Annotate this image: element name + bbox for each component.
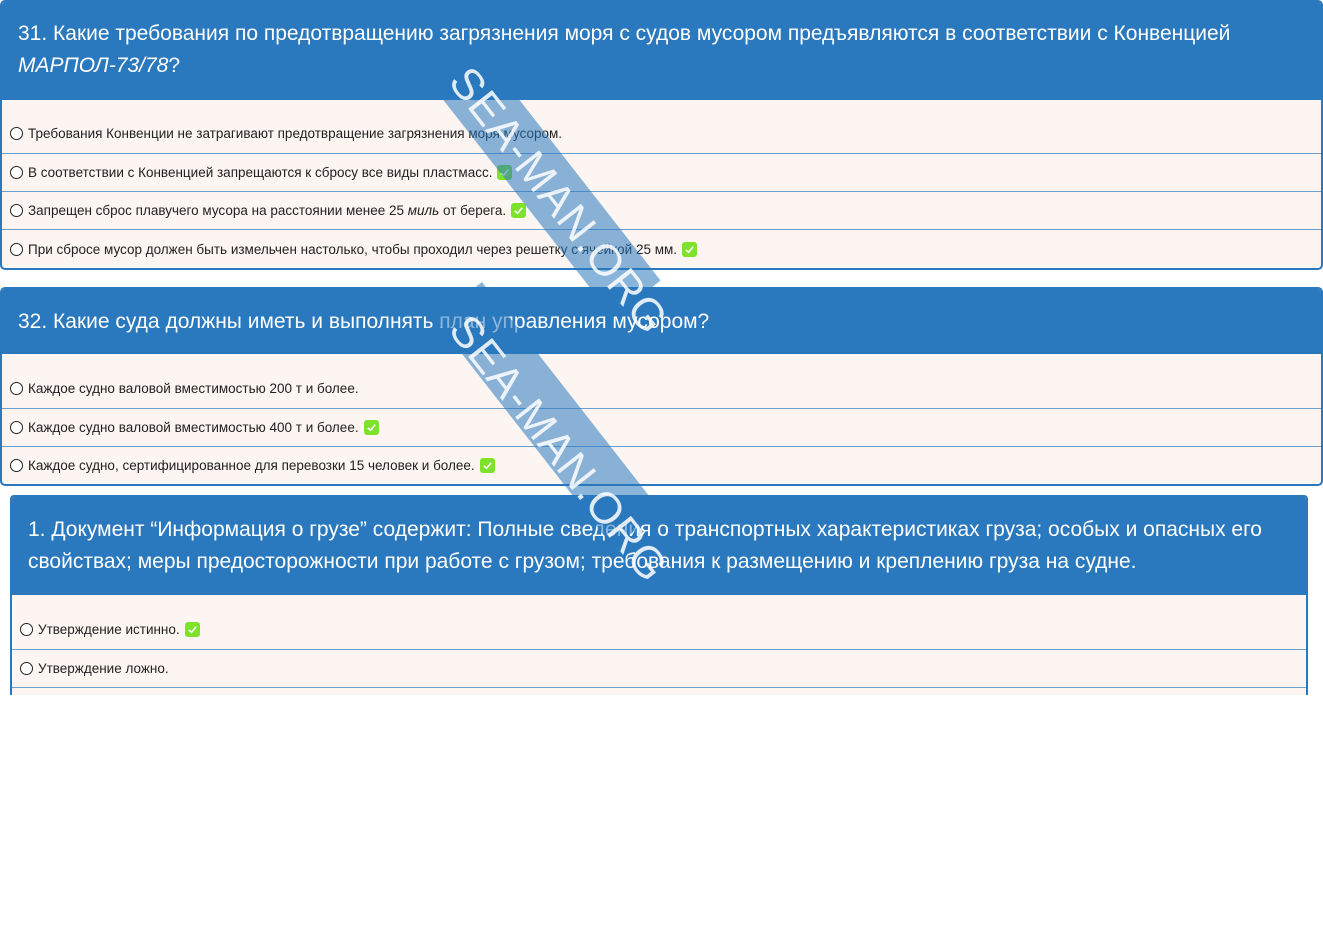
question-32-option-3[interactable]: Каждое судно, сертифицированное для пере… xyxy=(2,447,1321,484)
question-1-card: 1. Документ “Информация о грузе” содержи… xyxy=(10,495,1308,695)
correct-check-icon xyxy=(511,203,527,218)
correct-check-icon xyxy=(682,241,698,257)
radio-icon[interactable] xyxy=(20,662,33,675)
option-label: Каждое судно валовой вместимостью 200 т … xyxy=(28,380,359,396)
question-31-option-2[interactable]: В соответствии с Конвенцией запрещаются … xyxy=(2,154,1321,192)
option-label: Запрещен сброс плавучего мусора на расст… xyxy=(28,203,506,218)
option-label: Каждое судно валовой вместимостью 400 т … xyxy=(28,420,359,435)
correct-check-icon xyxy=(479,458,495,473)
option-label: Каждое судно, сертифицированное для пере… xyxy=(28,458,475,473)
question-1-option-2[interactable]: Утверждение ложно. xyxy=(12,650,1306,688)
correct-check-icon xyxy=(497,165,513,180)
correct-check-icon xyxy=(363,420,379,435)
question-32-option-2[interactable]: Каждое судно валовой вместимостью 400 т … xyxy=(2,409,1321,447)
question-31-card: 31. Какие требования по предотвращению з… xyxy=(0,0,1323,270)
radio-icon[interactable] xyxy=(20,622,33,636)
radio-icon[interactable] xyxy=(10,421,23,434)
question-31-option-4[interactable]: При сбросе мусор должен быть измельчен н… xyxy=(2,230,1321,268)
radio-icon[interactable] xyxy=(10,166,23,179)
question-31-title: 31. Какие требования по предотвращению з… xyxy=(2,2,1321,100)
radio-icon[interactable] xyxy=(10,242,23,256)
radio-icon[interactable] xyxy=(10,381,23,395)
question-32-title: 32. Какие суда должны иметь и выполнять … xyxy=(2,289,1321,354)
question-32-card: 32. Какие суда должны иметь и выполнять … xyxy=(0,287,1323,486)
question-1-title: 1. Документ “Информация о грузе” содержи… xyxy=(12,497,1306,595)
option-label: В соответствии с Конвенцией запрещаются … xyxy=(28,165,493,180)
radio-icon[interactable] xyxy=(10,127,23,140)
radio-icon[interactable] xyxy=(10,204,23,217)
option-label-part: Запрещен сброс плавучего мусора на расст… xyxy=(28,203,408,218)
question-31-title-mark: ? xyxy=(168,54,180,77)
option-label-part: от берега. xyxy=(439,203,507,218)
question-31-title-text: 31. Какие требования по предотвращению з… xyxy=(18,22,1231,45)
question-32-option-1[interactable]: Каждое судно валовой вместимостью 200 т … xyxy=(2,354,1321,409)
question-31-title-convention: МАРПОЛ-73/78 xyxy=(18,54,169,77)
question-1-option-1[interactable]: Утверждение истинно. xyxy=(12,595,1306,650)
option-label: Требования Конвенции не затрагивают пред… xyxy=(28,126,563,141)
radio-icon[interactable] xyxy=(10,459,23,472)
question-31-option-3[interactable]: Запрещен сброс плавучего мусора на расст… xyxy=(2,192,1321,230)
option-label: Утверждение истинно. xyxy=(38,621,180,637)
correct-check-icon xyxy=(184,621,200,637)
option-label-unit: миль xyxy=(407,203,440,218)
option-label: Утверждение ложно. xyxy=(38,661,169,676)
question-31-option-1[interactable]: Требования Конвенции не затрагивают пред… xyxy=(2,100,1321,154)
option-label: При сбросе мусор должен быть измельчен н… xyxy=(28,241,678,257)
